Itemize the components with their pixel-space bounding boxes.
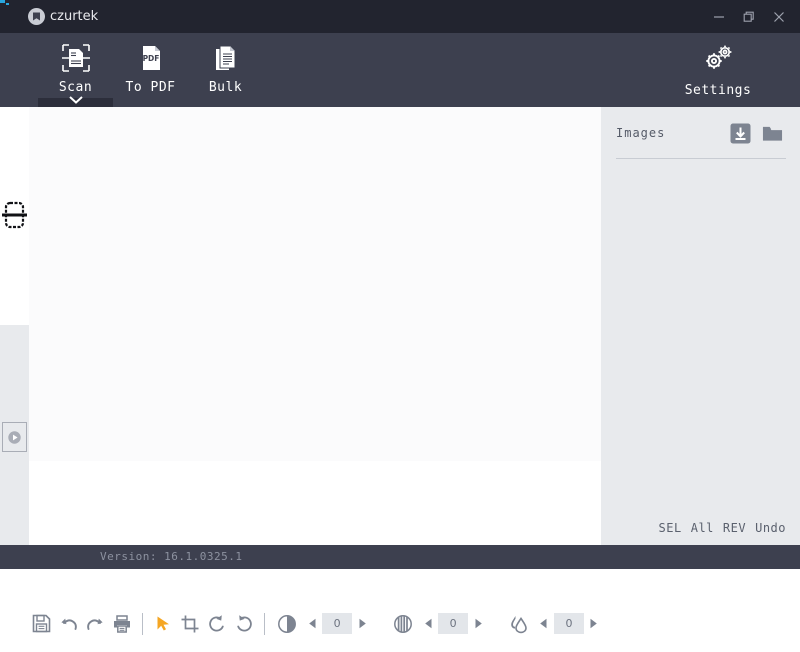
water-drop-icon <box>504 609 534 639</box>
contrast-icon <box>388 609 418 639</box>
undo-button[interactable] <box>55 607 82 641</box>
tab-to-pdf[interactable]: PDF To PDF <box>113 33 188 107</box>
application-window: czurtek Scan PDF To PDF Bulk Settings 0 … <box>0 0 800 652</box>
brightness-icon <box>272 609 302 639</box>
tab-settings-label: Settings <box>684 83 752 98</box>
toolbar-separator-2 <box>264 612 266 635</box>
main-work-area: 0 0 0 <box>0 107 601 652</box>
gears-icon <box>701 43 735 77</box>
toolbar-separator-1 <box>142 612 144 635</box>
contrast-decrease-button[interactable] <box>421 614 435 634</box>
app-logo: czurtek <box>28 8 98 25</box>
pointer-button[interactable] <box>150 607 177 641</box>
editing-toolbar: 0 0 0 <box>0 595 601 652</box>
images-panel-title: Images <box>616 126 666 140</box>
close-icon[interactable] <box>764 0 794 33</box>
tab-scan[interactable]: Scan <box>38 33 113 107</box>
saturation-value[interactable]: 0 <box>553 613 584 634</box>
select-button[interactable]: SEL <box>659 521 682 535</box>
left-rail-bottom <box>0 325 29 569</box>
print-button[interactable] <box>109 607 136 641</box>
images-panel: Images SEL All REV Undo <box>601 107 800 545</box>
svg-text:PDF: PDF <box>142 54 159 63</box>
bulk-documents-icon <box>211 41 241 75</box>
ribbon-toolbar: Scan PDF To PDF Bulk Settings <box>0 33 800 107</box>
contrast-increase-button[interactable] <box>471 614 485 634</box>
restore-icon[interactable] <box>734 0 764 33</box>
play-icon <box>8 430 21 444</box>
status-bar: Version: 16.1.0325.1 <box>0 545 800 569</box>
download-import-icon[interactable] <box>730 123 751 144</box>
tab-settings[interactable]: Settings <box>678 33 758 107</box>
scan-document-icon <box>61 41 91 75</box>
images-panel-footer: SEL All REV Undo <box>601 511 800 545</box>
pdf-document-icon: PDF <box>136 41 166 75</box>
saturation-control: 0 <box>504 609 601 639</box>
contrast-control: 0 <box>388 609 485 639</box>
reverse-select-button[interactable]: REV <box>723 521 746 535</box>
brightness-increase-button[interactable] <box>355 614 369 634</box>
redo-button[interactable] <box>82 607 109 641</box>
ribbon-tabs: Scan PDF To PDF Bulk <box>38 33 263 107</box>
brightness-control: 0 <box>272 609 369 639</box>
accent-pixel <box>0 0 5 3</box>
window-controls <box>704 0 794 33</box>
crop-button[interactable] <box>177 607 204 641</box>
rotate-right-button[interactable] <box>231 607 258 641</box>
version-label: Version: 16.1.0325.1 <box>100 550 243 563</box>
images-panel-divider <box>616 158 786 159</box>
contrast-value[interactable]: 0 <box>438 613 469 634</box>
images-panel-header: Images <box>601 107 800 159</box>
saturation-decrease-button[interactable] <box>537 614 551 634</box>
left-rail-top <box>0 107 29 325</box>
images-panel-actions <box>730 123 783 144</box>
undo-select-button[interactable]: Undo <box>755 521 786 535</box>
brightness-value[interactable]: 0 <box>322 613 353 634</box>
tab-bulk[interactable]: Bulk <box>188 33 263 107</box>
expand-panel-button[interactable] <box>2 422 27 452</box>
scan-frame-icon[interactable] <box>2 195 27 235</box>
folder-icon[interactable] <box>762 123 783 144</box>
app-name-label: czurtek <box>50 9 99 24</box>
image-canvas[interactable] <box>29 107 601 462</box>
rotate-left-button[interactable] <box>204 607 231 641</box>
czur-circle-logo-icon <box>28 8 45 25</box>
brightness-decrease-button[interactable] <box>305 614 319 634</box>
accent-pixel-2 <box>6 3 9 5</box>
tab-bulk-label: Bulk <box>208 80 243 95</box>
save-button[interactable] <box>28 607 55 641</box>
tab-to-pdf-label: To PDF <box>125 80 176 95</box>
minimize-icon[interactable] <box>704 0 734 33</box>
select-all-button[interactable]: All <box>691 521 714 535</box>
saturation-increase-button[interactable] <box>587 614 601 634</box>
chevron-down-icon <box>68 89 84 108</box>
title-bar: czurtek <box>0 0 800 33</box>
